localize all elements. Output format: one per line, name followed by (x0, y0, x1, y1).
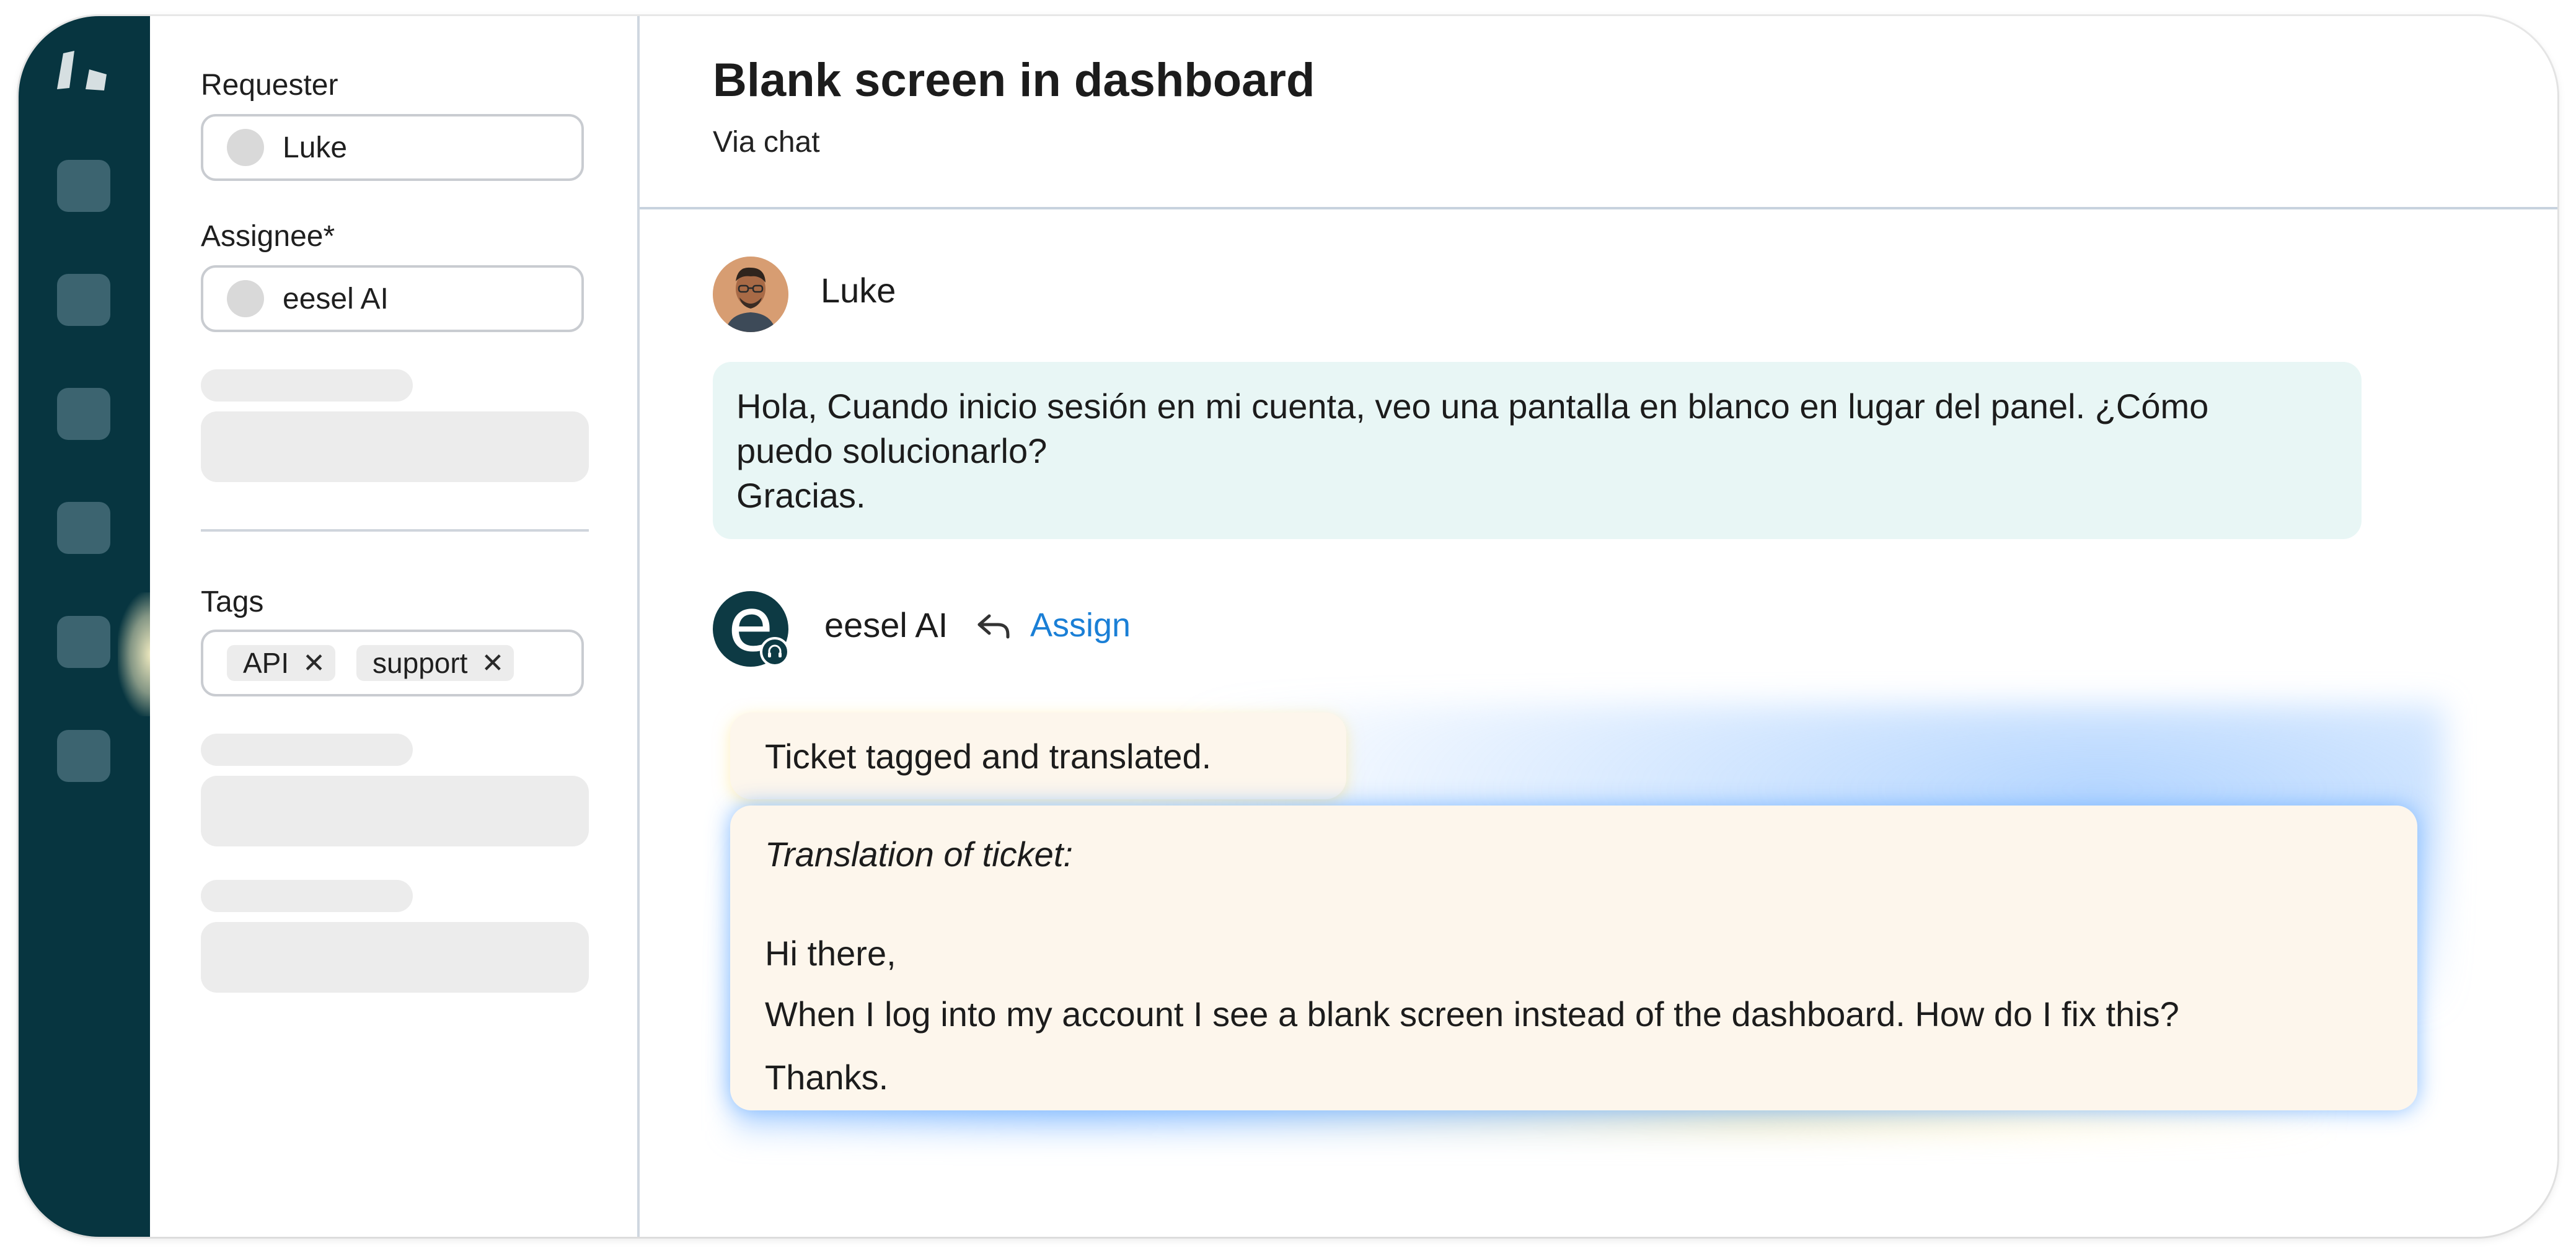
placeholder-field (201, 922, 589, 993)
translation-title: Translation of ticket: (765, 835, 1073, 874)
ticket-properties-panel: Requester Luke Assignee* eesel AI Tags A… (150, 16, 640, 1237)
translation-card: Translation of ticket: Hi there, When I … (730, 806, 2417, 1110)
ticket-channel: Via chat (713, 126, 820, 159)
message-line: puedo solucionarlo? (736, 431, 1048, 470)
tag-label: API (243, 647, 289, 679)
translation-line: Thanks. (765, 1058, 889, 1097)
requester-value: Luke (283, 131, 348, 164)
nav-item-1[interactable] (57, 160, 110, 212)
person-photo-icon (713, 257, 788, 332)
nav-rail (19, 16, 186, 1237)
assignee-value: eesel AI (283, 282, 389, 315)
tag-chip: support ✕ (356, 645, 514, 681)
remove-tag-icon[interactable]: ✕ (302, 648, 325, 679)
tag-chip: API ✕ (227, 645, 336, 681)
ticket-title: Blank screen in dashboard (713, 54, 1315, 107)
message-line: Gracias. (736, 476, 866, 515)
requester-avatar (227, 129, 264, 166)
ticket-header: Blank screen in dashboard Via chat (640, 16, 2557, 209)
placeholder-field (201, 776, 589, 846)
customer-message: Hola, Cuando inicio sesión en mi cuenta,… (713, 362, 2362, 539)
agent-name: eesel AI (824, 605, 948, 644)
tag-label: support (373, 647, 468, 679)
app-window: Requester Luke Assignee* eesel AI Tags A… (19, 16, 2557, 1237)
assignee-field[interactable]: eesel AI (201, 265, 584, 332)
assignee-avatar (227, 280, 264, 317)
tags-field[interactable]: API ✕ support ✕ (201, 630, 584, 696)
translation-line: Hi there, (765, 934, 896, 973)
ai-status-card: Ticket tagged and translated. (730, 713, 1346, 799)
placeholder-label (201, 734, 413, 766)
nav-item-5[interactable] (57, 616, 110, 668)
nav-item-3[interactable] (57, 388, 110, 440)
panel-divider (201, 529, 589, 532)
requester-field[interactable]: Luke (201, 114, 584, 181)
customer-avatar (713, 257, 788, 332)
headset-icon (760, 637, 790, 667)
translation-line: When I log into my account I see a blank… (765, 995, 2179, 1034)
conversation-area: Blank screen in dashboard Via chat Luke … (640, 16, 2557, 1237)
tags-label: Tags (201, 586, 264, 618)
remove-tag-icon[interactable]: ✕ (481, 648, 504, 679)
nav-item-4[interactable] (57, 502, 110, 554)
customer-name: Luke (821, 271, 896, 310)
requester-label: Requester (201, 69, 338, 102)
assign-link[interactable]: Assign (1030, 606, 1131, 644)
app-logo-icon[interactable] (56, 51, 112, 100)
placeholder-label (201, 880, 413, 912)
assignee-label: Assignee* (201, 220, 335, 253)
message-line: Hola, Cuando inicio sesión en mi cuenta,… (736, 387, 2209, 426)
eesel-ai-avatar: e (713, 589, 790, 667)
nav-item-6[interactable] (57, 730, 110, 782)
nav-item-2[interactable] (57, 274, 110, 326)
placeholder-field (201, 411, 589, 482)
reply-arrow-icon (977, 614, 1010, 639)
placeholder-label (201, 369, 413, 402)
